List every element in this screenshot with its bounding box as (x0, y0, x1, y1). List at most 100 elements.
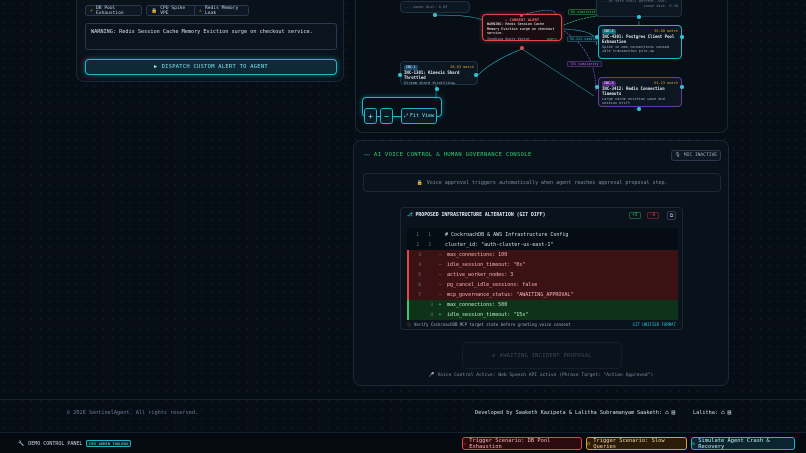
voice-console-title: AI VOICE CONTROL & HUMAN GOVERNANCE CONS… (373, 152, 532, 158)
warning-icon: ⚠ (463, 440, 467, 447)
demo-panel-label: DEMO CONTROL PANEL (28, 440, 83, 447)
play-icon: ▶ (154, 64, 158, 70)
scenario-chip-db-pool[interactable]: ⚡ DB Pool Exhaustion (85, 5, 142, 16)
diff-row-deleted: 5− active_worker_nodes: 3 (407, 270, 678, 280)
diff-body: 1 1 # CockroachDB & AWS Infrastructure Con… (407, 228, 678, 320)
node-title: INC-3412: Redis Connection Timeouts (602, 85, 665, 97)
diff-plus-count: +5 (629, 212, 641, 219)
diff-row-deleted: 3− max_connections: 100 (407, 250, 678, 260)
trigger-slow-queries-button[interactable]: ◷ Trigger Scenario: Slow Queries (586, 437, 687, 450)
graph-node-dot (520, 46, 524, 50)
copyright-text: © 2026 SentinelAgent. All rights reserve… (67, 410, 199, 416)
voice-info-text: Voice approval triggers automatically wh… (426, 179, 668, 186)
github-icon[interactable]: ⌂ (665, 409, 669, 416)
clock-icon: ◷ (587, 440, 591, 447)
mic-icon: 🎤 (428, 373, 435, 378)
trigger-db-pool-button[interactable]: ⚠ Trigger Scenario: DB Pool Exhaustion (462, 437, 582, 450)
graph-node-dot (474, 73, 478, 77)
node-sub: Large cache eviction wave and session dr… (602, 96, 665, 106)
diff-row: 1 1 # CockroachDB & AWS Infrastructure Con… (416, 232, 569, 238)
btn-label: Trigger Scenario: Slow Queries (593, 437, 665, 450)
developed-by-text: Developed by Saaketh Kazipeta & Lalitha … (475, 410, 635, 416)
diff-row-added: 4 + idle_session_timeout: "15s" (407, 310, 678, 320)
refresh-icon: ↻ (692, 440, 696, 447)
mic-off-icon: 🎙 (674, 153, 681, 158)
diff-row: 2 2 cluster_id: "auth-cluster-us-east-1" (416, 242, 554, 248)
diff-row-deleted: 4− idle_session_timeout: "0s" (407, 260, 678, 270)
awaiting-proposal-button[interactable]: ⊘ AWAITING INCIDENT PROPOSAL (462, 342, 622, 369)
scenario-chip-redis-leak[interactable]: ⚠ Redis Memory Leak (194, 5, 249, 16)
git-icon: ⎇ (407, 213, 413, 218)
footer-divider (0, 399, 806, 400)
waveform-icon: 〰 (364, 153, 370, 159)
graph-node-dot (520, 14, 523, 17)
fit-view-button[interactable]: ⤢ Fit View (401, 108, 437, 124)
incident-node-right-1[interactable]: INC-4 95.88 match INC-4301: Postgres Clie… (598, 25, 682, 59)
graph-node-dot (433, 13, 437, 17)
linkedin-icon[interactable]: ▤ (728, 409, 732, 416)
bolt-icon: ⚡ (90, 7, 94, 14)
diff-format-label: GIT UNIFIED FORMAT (632, 322, 676, 327)
graph-node-dot (595, 85, 599, 89)
incident-node-right-2[interactable]: INC-3 61.23 match INC-3412: Redis Connect… (598, 77, 682, 107)
diff-title: PROPOSED INFRASTRUCTURE ALTERATION (GIT … (415, 213, 546, 218)
github-icon[interactable]: ⌂ (721, 409, 725, 416)
mic-status-badge[interactable]: 🎙 MIC INACTIVE (671, 150, 721, 161)
graph-node-dot (680, 85, 684, 89)
linkedin-icon[interactable]: ▤ (672, 409, 676, 416)
scenario-chip-cpu-spike[interactable]: 🔒 CPU Spike VPE (146, 5, 199, 16)
current-alert-meta: Invoking Query Vector (487, 36, 530, 41)
diff-footer-note: Verify CockroachDB MCP target state befo… (414, 322, 571, 327)
chip-label: CPU Spike VPE (160, 5, 186, 16)
voice-status-text: Voice Control Active: Web Speech API act… (437, 373, 654, 378)
dev-toolbox-badge: DEV ADMIN TOOLBOX (86, 440, 132, 447)
info-icon: ⓘ (407, 322, 411, 327)
awaiting-label: AWAITING INCIDENT PROPOSAL (499, 352, 592, 359)
dispatch-label: DISPATCH CUSTOM ALERT TO AGENT (161, 64, 268, 70)
chip-label: Redis Memory Leak (205, 5, 239, 16)
check-circle-icon: ⊘ (492, 352, 496, 359)
graph-node-dot (680, 35, 684, 39)
graph-node-dot (435, 87, 439, 91)
btn-label: Simulate Agent Crash & Recovery (698, 437, 770, 450)
graph-node-dot (637, 15, 641, 19)
copy-icon[interactable]: ⧉ (667, 211, 676, 220)
current-alert-body: WARNING: Redis Session Cache Memory Evic… (487, 22, 555, 36)
fit-view-label: Fit View (409, 113, 435, 119)
simulate-crash-button[interactable]: ↻ Simulate Agent Crash & Recovery (691, 437, 795, 450)
btn-label: Trigger Scenario: DB Pool Exhaustion (469, 437, 551, 450)
mic-status-label: MIC INACTIVE (683, 153, 718, 158)
diff-row-added: 3 + max_connections: 500 (407, 300, 678, 310)
wrench-icon: 🔧 (18, 440, 25, 447)
node-title: INC-4301: Postgres Client Pool Exhaustio… (602, 33, 675, 45)
saaketh-label: Saaketh: (637, 409, 662, 416)
git-diff-card: ⎇ PROPOSED INFRASTRUCTURE ALTERATION (GI… (400, 207, 683, 330)
current-alert-query: query (546, 36, 557, 41)
node-top-left-fragment[interactable]: ... cause dist. 0.09 (400, 1, 470, 13)
edge-label-2: 72% similarity (567, 61, 602, 67)
graph-node-dot (595, 35, 599, 39)
lalitha-label: Lalitha: (693, 409, 718, 416)
lock-icon: 🔒 (151, 7, 158, 14)
alert-textarea[interactable]: WARNING: Redis Session Cache Memory Evic… (85, 23, 337, 50)
zoom-out-button[interactable]: − (380, 108, 393, 124)
voice-console-panel: 〰 AI VOICE CONTROL & HUMAN GOVERNANCE CO… (353, 140, 729, 386)
expand-icon: ⤢ (403, 113, 408, 119)
warning-icon: ⚠ (199, 7, 203, 14)
incident-node-left[interactable]: INC-1 36.03 match INC-1301: Kinesis Shard… (400, 61, 478, 85)
dispatch-alert-button[interactable]: ▶ DISPATCH CUSTOM ALERT TO AGENT (85, 59, 337, 75)
lock-icon: 🔒 (416, 179, 423, 186)
node-title: INC-1301: Kinesis Shard Throttled (404, 69, 460, 81)
node-sub: Stream shard throttling… (404, 80, 456, 85)
voice-info-box: 🔒 Voice approval triggers automatically w… (363, 173, 721, 192)
alert-dispatch-panel: ⚡ DB Pool Exhaustion 🔒 CPU Spike VPE ⚠ R… (76, 0, 344, 82)
voice-console-header: 〰 AI VOICE CONTROL & HUMAN GOVERNANCE CO… (364, 151, 532, 159)
diff-row-deleted: 6− pg_cancel_idle_sessions: false (407, 280, 678, 290)
chip-label: DB Pool Exhaustion (96, 5, 124, 16)
node-sub: Spike in max connections caused idle tra… (602, 44, 670, 54)
diff-minus-count: −6 (647, 212, 659, 219)
zoom-in-button[interactable]: + (364, 108, 377, 124)
current-alert-node[interactable]: ⚠ CURRENT ALERT WARNING: Redis Session C… (482, 14, 562, 41)
graph-node-dot (637, 107, 641, 111)
graph-node-dot (398, 73, 402, 77)
